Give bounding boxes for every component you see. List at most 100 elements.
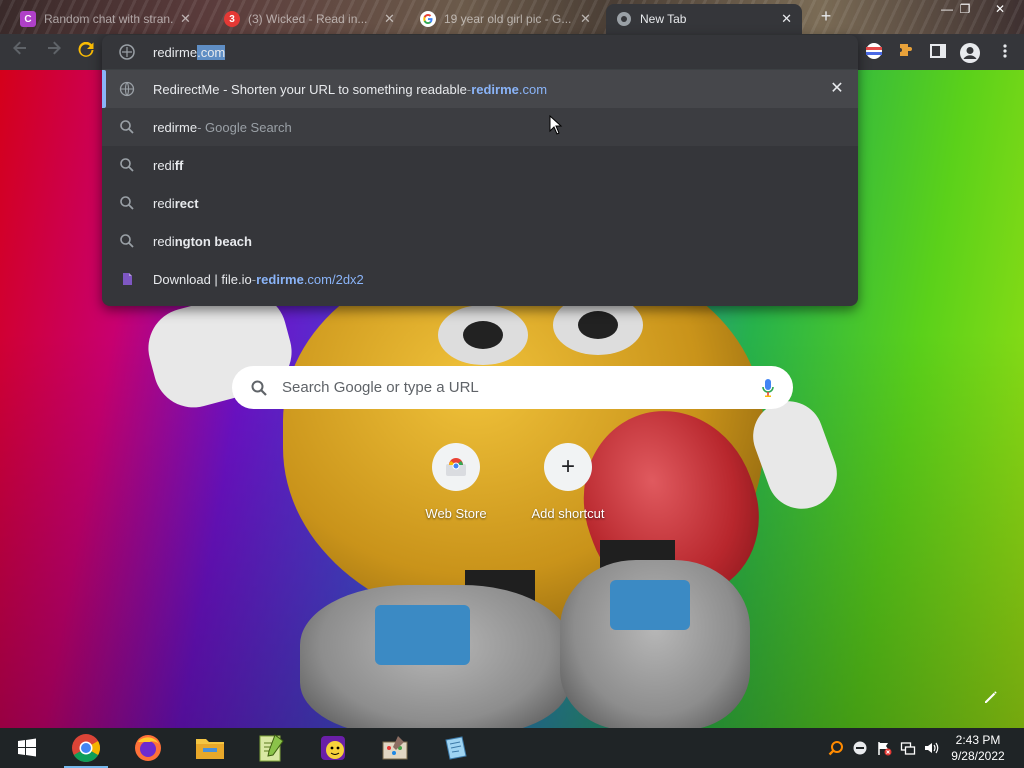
- forward-button[interactable]: [42, 40, 66, 64]
- tab-title: (3) Wicked - Read in...: [248, 12, 368, 26]
- tab-new-tab[interactable]: New Tab ✕: [606, 4, 802, 34]
- taskbar-notepad-plus[interactable]: [241, 728, 301, 768]
- suggestion-description: - Google Search: [197, 119, 292, 135]
- suggestion-completion: ff: [174, 157, 184, 173]
- profile-avatar-icon[interactable]: [959, 42, 981, 64]
- ntp-search-input[interactable]: [282, 379, 761, 396]
- microphone-icon[interactable]: [761, 378, 775, 398]
- new-tab-button[interactable]: +: [815, 6, 837, 28]
- paint-icon: [382, 736, 408, 760]
- omnibox-dropdown: redirme .com RedirectMe - Shorten your UR…: [102, 35, 858, 306]
- taskbar-paint[interactable]: [365, 728, 425, 768]
- tab-close-icon[interactable]: ✕: [384, 11, 395, 27]
- tab-title: 19 year old girl pic - G...: [444, 12, 572, 26]
- search-icon: [120, 120, 134, 134]
- reload-button[interactable]: [74, 40, 98, 64]
- omnibox-typed-text: redirme: [153, 44, 198, 60]
- suggestion-google-search[interactable]: redirme - Google Search: [102, 108, 858, 146]
- suggestion-url-rest: .com/2dx2: [303, 271, 364, 287]
- remove-suggestion-button[interactable]: ✕: [828, 80, 846, 98]
- arrow-left-icon: [13, 41, 26, 55]
- address-bar[interactable]: redirme .com: [102, 35, 858, 70]
- chrome-icon: [72, 734, 100, 762]
- folder-icon: [196, 739, 224, 759]
- taskbar-file-explorer[interactable]: [180, 728, 240, 768]
- suggestion-file-io[interactable]: Download | file.io - redirme.com/2dx2: [102, 260, 858, 298]
- omnibox-autocomplete-selection: .com: [197, 44, 226, 60]
- tab-close-icon[interactable]: ✕: [180, 11, 191, 27]
- suggestion-url-bold: redirme: [471, 81, 519, 97]
- character-pupil: [463, 321, 503, 349]
- tab-close-icon[interactable]: ✕: [781, 11, 792, 27]
- site-icon: [119, 81, 135, 97]
- shoe-tongue: [610, 580, 690, 630]
- back-button[interactable]: [8, 40, 32, 64]
- taskbar-notepad[interactable]: [426, 728, 486, 768]
- search-icon: [251, 380, 267, 396]
- tab-strip: C Random chat with stran... ✕ 3 (3) Wick…: [0, 0, 1024, 34]
- yahoo-messenger-icon: [321, 736, 345, 760]
- google-favicon-icon: [420, 11, 436, 27]
- customize-pencil-icon[interactable]: [983, 689, 999, 705]
- plus-glyph: +: [560, 453, 575, 480]
- tab-wicked[interactable]: 3 (3) Wicked - Read in... ✕: [214, 4, 405, 34]
- chatroom-favicon-icon: C: [20, 11, 36, 27]
- mouse-cursor-icon: [549, 115, 563, 135]
- close-window-button[interactable]: ✕: [985, 0, 1015, 20]
- file-io-icon: [123, 273, 132, 285]
- arrow-right-icon: [48, 41, 61, 55]
- suggestion-redirectme[interactable]: RedirectMe - Shorten your URL to somethi…: [102, 70, 858, 108]
- suggestion-rediff[interactable]: redi ff: [102, 146, 858, 184]
- clock-time: 2:43 PM: [955, 733, 1001, 747]
- profile-flag-icon[interactable]: [865, 42, 885, 62]
- character-shoe-left: [300, 585, 570, 728]
- suggestion-completion: ngton beach: [174, 233, 252, 249]
- google-g-icon: [119, 44, 135, 60]
- shortcut-label: Add shortcut: [531, 506, 605, 521]
- tab-random-chat[interactable]: C Random chat with stran... ✕: [10, 4, 201, 34]
- start-button[interactable]: [0, 728, 54, 768]
- network-icon[interactable]: [900, 740, 916, 756]
- tab-google-search[interactable]: 19 year old girl pic - G... ✕: [410, 4, 601, 34]
- flag-alert-icon[interactable]: [876, 740, 892, 756]
- suggestion-query: redirme: [153, 119, 198, 135]
- suggestion-prefix: redi: [153, 233, 175, 249]
- suggestion-completion: rect: [174, 195, 199, 211]
- notepad-plus-icon: [259, 734, 284, 762]
- firefox-icon: [135, 735, 161, 761]
- taskbar-chrome[interactable]: [56, 728, 116, 768]
- windows-taskbar: 2:43 PM 9/28/2022: [0, 728, 1024, 768]
- suggestion-url-bold: redirme: [256, 271, 304, 287]
- plus-icon: +: [544, 443, 592, 491]
- side-panel-icon[interactable]: [929, 42, 949, 62]
- volume-icon[interactable]: [923, 740, 939, 756]
- tab-close-icon[interactable]: ✕: [580, 11, 591, 27]
- windows-logo-icon: [18, 738, 36, 757]
- character-pupil: [578, 311, 618, 339]
- extensions-puzzle-icon[interactable]: [897, 42, 917, 62]
- clock-date: 9/28/2022: [951, 749, 1005, 763]
- search-magnifier-icon[interactable]: [828, 740, 844, 756]
- suggestion-prefix: redi: [153, 157, 175, 173]
- suggestion-redington-beach[interactable]: redi ngton beach: [102, 222, 858, 260]
- suggestion-prefix: redi: [153, 195, 175, 211]
- suggestion-redirect[interactable]: redi rect: [102, 184, 858, 222]
- suggestion-title: Download | file.io: [153, 271, 252, 287]
- maximize-button[interactable]: ❐: [950, 0, 980, 20]
- ntp-search-box[interactable]: [232, 366, 793, 409]
- taskbar-clock[interactable]: 2:43 PM 9/28/2022: [945, 732, 1011, 764]
- focus-assist-icon[interactable]: [852, 740, 868, 756]
- tab-title: Random chat with stran...: [44, 12, 174, 26]
- menu-kebab-icon[interactable]: [996, 42, 1016, 62]
- reload-icon: [78, 41, 94, 57]
- shortcut-label: Web Store: [425, 506, 487, 521]
- taskbar-firefox[interactable]: [118, 728, 178, 768]
- search-icon: [120, 234, 134, 248]
- suggestion-title: RedirectMe - Shorten your URL to somethi…: [153, 81, 467, 97]
- shortcut-web-store[interactable]: Web Store: [401, 443, 511, 521]
- taskbar-yahoo-messenger[interactable]: [303, 728, 363, 768]
- tab-title: New Tab: [640, 12, 687, 26]
- notepad-icon: [445, 736, 467, 760]
- shortcut-add[interactable]: + Add shortcut: [513, 443, 623, 521]
- shoe-tongue: [375, 605, 470, 665]
